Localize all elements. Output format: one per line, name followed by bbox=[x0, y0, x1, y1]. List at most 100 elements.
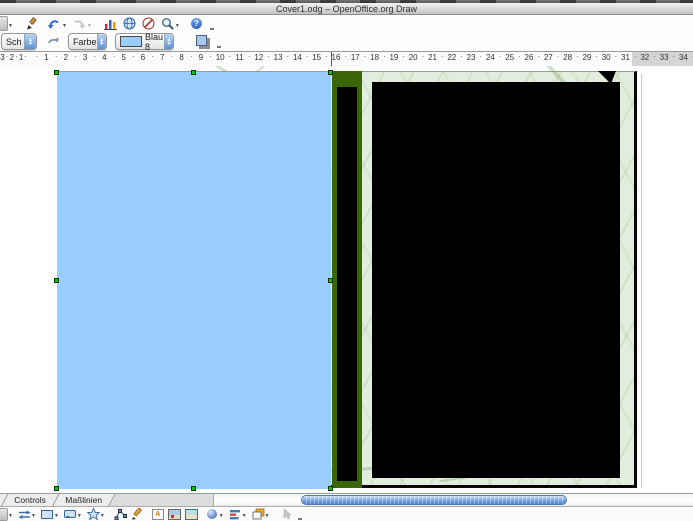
line-filling-toolbar: Sch ▲ ▼ Farbe ▲ ▼ Blau 8 ▲ ▼ bbox=[0, 32, 693, 52]
stepper-icon[interactable]: ▲ ▼ bbox=[163, 34, 173, 49]
ruler-tick: · bbox=[170, 52, 174, 61]
selection-handle-middle-right[interactable] bbox=[328, 278, 333, 283]
line-style-combo[interactable]: Sch ▲ ▼ bbox=[1, 33, 37, 50]
selected-blue-rectangle[interactable] bbox=[57, 72, 331, 489]
ruler-number: 9 bbox=[198, 53, 204, 62]
ruler-number: 28 bbox=[563, 53, 573, 62]
front-cover-black-rectangle[interactable] bbox=[372, 82, 620, 478]
chevron-down-icon[interactable]: ▼ bbox=[8, 23, 13, 29]
ruler-tick: · bbox=[344, 52, 348, 61]
alignment-icon[interactable] bbox=[229, 508, 242, 521]
horizontal-ruler[interactable]: 3 · 2 · 1 · · 1 · 2 · 3 · 4 · 5 · 6 · 7 · 8 · 9 · 10 · 11 · 12 · 13 · 14 ·… bbox=[0, 52, 693, 67]
selection-handle-top-right[interactable] bbox=[328, 70, 333, 75]
ruler-tick: · bbox=[672, 52, 676, 61]
compass-icon[interactable] bbox=[141, 16, 156, 31]
spine-black-rectangle[interactable] bbox=[337, 87, 357, 481]
ruler-number: 8 bbox=[179, 53, 184, 62]
chevron-down-icon[interactable]: ▼ bbox=[100, 513, 105, 519]
glue-points-icon[interactable] bbox=[131, 508, 144, 521]
zoom-magnifier-icon[interactable] bbox=[160, 16, 175, 31]
fill-color-combo[interactable]: Blau 8 ▲ ▼ bbox=[115, 32, 174, 52]
chart-icon[interactable] bbox=[103, 16, 118, 31]
new-document-icon[interactable] bbox=[0, 16, 8, 31]
ruler-number: 2 bbox=[63, 53, 69, 62]
ruler-tick: · bbox=[402, 52, 405, 61]
ruler-tick: · bbox=[382, 52, 386, 61]
toolbar-overflow-icon[interactable] bbox=[217, 42, 221, 48]
selection-handle-bottom-center[interactable] bbox=[191, 486, 196, 491]
gallery-icon[interactable] bbox=[184, 508, 198, 521]
edit-points-icon[interactable] bbox=[114, 508, 127, 521]
shadow-icon[interactable] bbox=[194, 34, 209, 49]
ruler-tick: · bbox=[247, 52, 251, 61]
ruler-number: 3 bbox=[0, 53, 5, 62]
lines-icon[interactable] bbox=[0, 507, 8, 521]
redo-icon[interactable] bbox=[72, 16, 87, 31]
toolbar-overflow-icon[interactable] bbox=[209, 24, 214, 30]
image-from-file-icon[interactable] bbox=[167, 508, 181, 521]
ruler-number: 26 bbox=[524, 53, 534, 62]
ruler-number: 13 bbox=[273, 53, 283, 62]
help-icon[interactable]: ? bbox=[190, 18, 202, 29]
ruler-tick: · bbox=[498, 52, 502, 61]
rotate-icon[interactable] bbox=[45, 34, 60, 49]
selection-handle-top-left[interactable] bbox=[54, 70, 59, 75]
hyperlink-globe-icon[interactable] bbox=[122, 16, 137, 31]
callouts-icon[interactable] bbox=[64, 508, 77, 521]
ruler-tick: · bbox=[556, 52, 560, 61]
chevron-down-icon[interactable]: ▼ bbox=[265, 513, 270, 519]
chevron-down-icon[interactable]: ▼ bbox=[87, 23, 92, 29]
ruler-number: 17 bbox=[350, 53, 360, 62]
stepper-icon[interactable]: ▲ ▼ bbox=[24, 34, 36, 49]
ruler-number: 3 bbox=[82, 53, 88, 62]
arrange-icon[interactable] bbox=[252, 508, 265, 521]
ruler-number: 7 bbox=[160, 53, 165, 62]
ruler-tick: · bbox=[5, 52, 9, 61]
area-fill-type-value: Farbe bbox=[73, 36, 97, 47]
selection-handle-bottom-right[interactable] bbox=[328, 486, 333, 491]
format-paintbrush-icon[interactable] bbox=[24, 16, 39, 31]
extrusion-icon[interactable] bbox=[206, 508, 219, 521]
chevron-down-icon[interactable]: ▼ bbox=[8, 513, 13, 519]
ruler-number: 15 bbox=[312, 53, 322, 62]
selection-handle-top-center[interactable] bbox=[191, 70, 196, 75]
toolbar-overflow-icon[interactable] bbox=[297, 514, 302, 520]
fontwork-icon[interactable]: A bbox=[151, 508, 164, 520]
ruler-tick: · bbox=[479, 52, 483, 61]
layer-tab-bar: Controls Maßlinien bbox=[0, 493, 693, 507]
undo-icon[interactable] bbox=[47, 16, 62, 31]
chevron-down-icon[interactable]: ▼ bbox=[31, 513, 36, 519]
ruler-number: 4 bbox=[102, 53, 107, 62]
area-fill-type-combo[interactable]: Farbe ▲ ▼ bbox=[68, 33, 107, 50]
selection-handle-middle-left[interactable] bbox=[54, 278, 59, 283]
ruler-number: 14 bbox=[292, 53, 302, 62]
selection-handle-bottom-left[interactable] bbox=[54, 486, 59, 491]
ruler-tick: · bbox=[614, 52, 618, 61]
ruler-number: 27 bbox=[543, 53, 553, 62]
chevron-down-icon[interactable]: ▼ bbox=[219, 513, 224, 519]
chevron-down-icon[interactable]: ▼ bbox=[242, 513, 247, 519]
ruler-number: 31 bbox=[621, 53, 630, 62]
ruler-tick: · bbox=[267, 52, 270, 61]
ruler-tick: · bbox=[595, 52, 598, 61]
ruler-number: 29 bbox=[582, 53, 592, 62]
drawing-canvas[interactable] bbox=[0, 66, 693, 493]
stars-icon[interactable] bbox=[86, 508, 100, 521]
drawing-toolbar: ▼ ▼ ▼ ▼ ▼ A ▼ ▼ ▼ bbox=[0, 506, 693, 521]
basic-shapes-icon[interactable] bbox=[41, 508, 54, 521]
ruler-number: 30 bbox=[601, 53, 611, 62]
chevron-down-icon[interactable]: ▼ bbox=[77, 513, 82, 519]
window-titlebar[interactable]: Cover1.odg – OpenOffice.org Draw bbox=[0, 3, 693, 15]
ruler-tick: · bbox=[112, 52, 116, 61]
ruler-tick: · bbox=[228, 52, 232, 61]
connector-icon[interactable] bbox=[18, 508, 31, 521]
chevron-down-icon[interactable]: ▼ bbox=[62, 23, 67, 29]
interaction-icon[interactable] bbox=[281, 508, 294, 521]
stepper-icon[interactable]: ▲ ▼ bbox=[96, 34, 106, 49]
ruler-tick: · bbox=[421, 52, 425, 61]
ruler-tick: · bbox=[575, 52, 579, 61]
ruler-tick: · bbox=[14, 52, 18, 61]
horizontal-scrollbar-thumb[interactable] bbox=[301, 495, 567, 505]
chevron-down-icon[interactable]: ▼ bbox=[54, 513, 59, 519]
chevron-down-icon[interactable]: ▼ bbox=[175, 23, 180, 29]
